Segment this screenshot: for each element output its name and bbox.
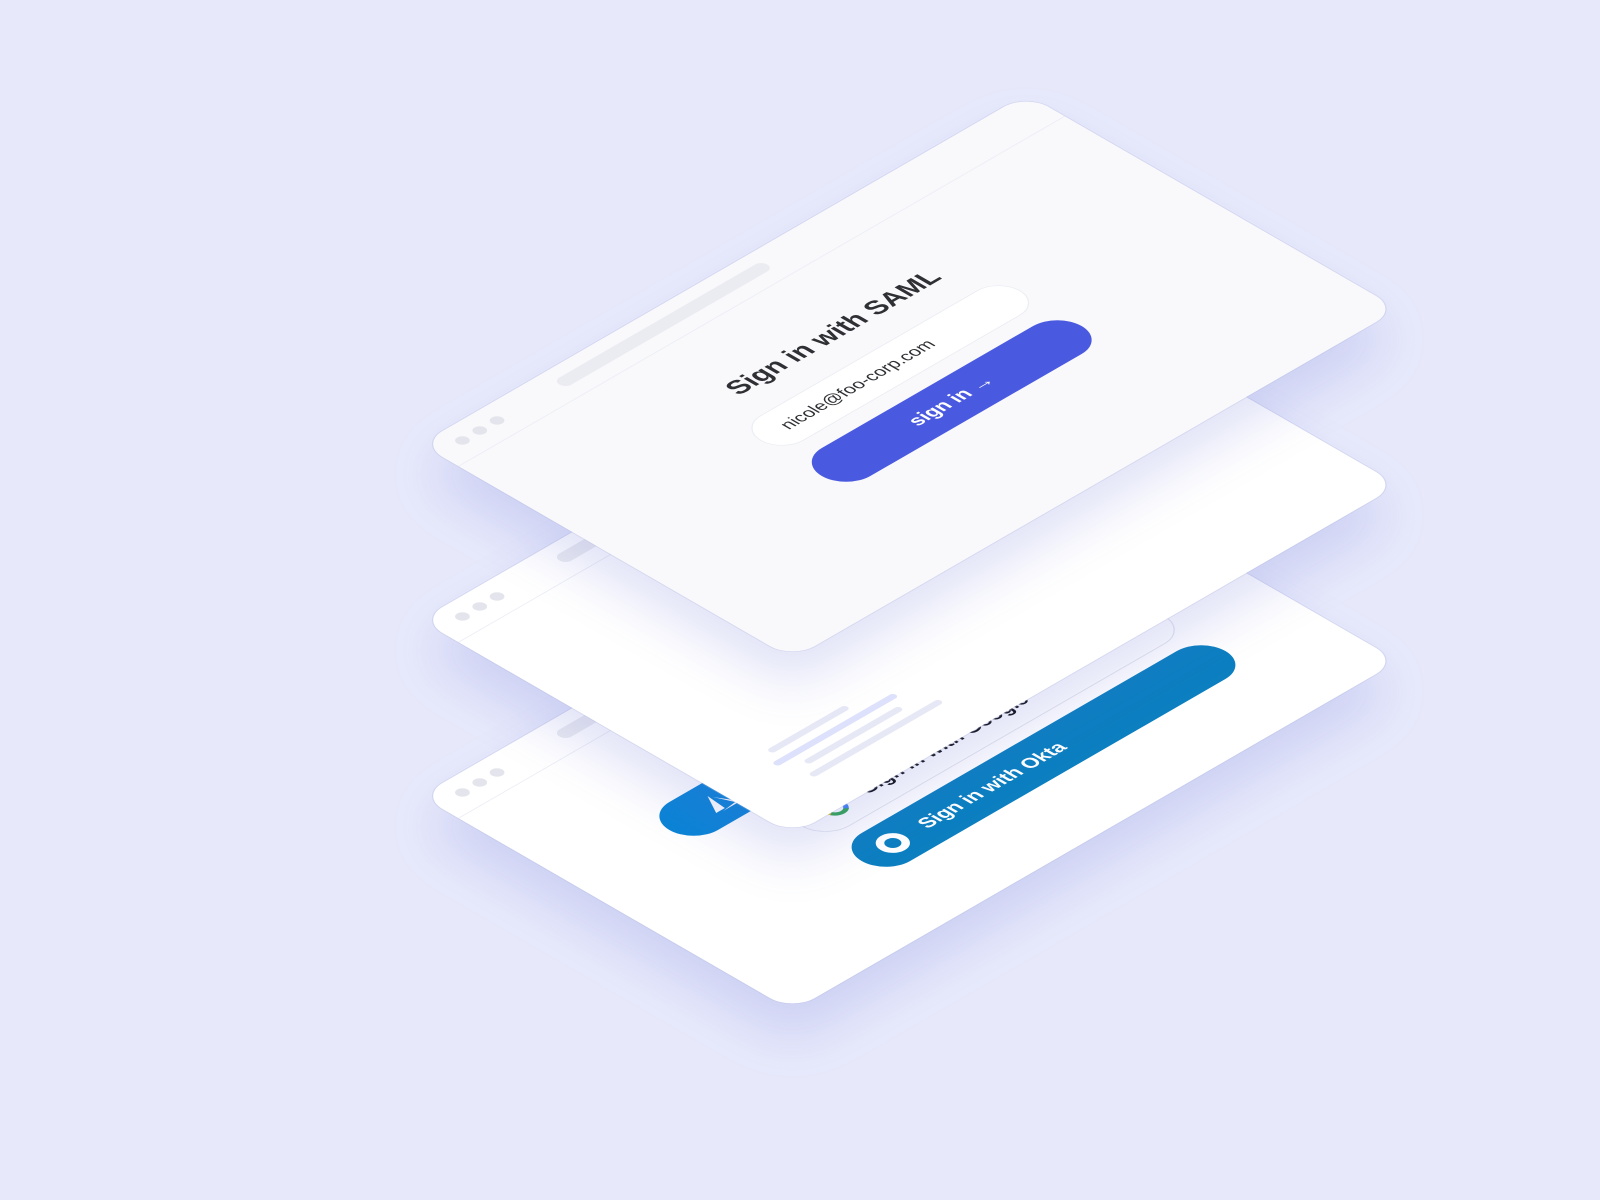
window-control-dot xyxy=(469,600,491,613)
okta-ring-icon xyxy=(868,829,918,857)
skeleton-line xyxy=(771,693,899,767)
window-control-dot xyxy=(469,424,491,437)
sign-in-label: sign in xyxy=(903,385,978,430)
window-control-dot xyxy=(452,434,473,447)
window-control-dot xyxy=(486,414,508,427)
window-control-dot xyxy=(452,786,473,799)
window-control-dot xyxy=(452,610,473,623)
window-control-dot xyxy=(469,776,491,789)
url-bar xyxy=(553,261,774,388)
window-control-dot xyxy=(486,766,508,779)
window-control-dot xyxy=(486,590,508,603)
